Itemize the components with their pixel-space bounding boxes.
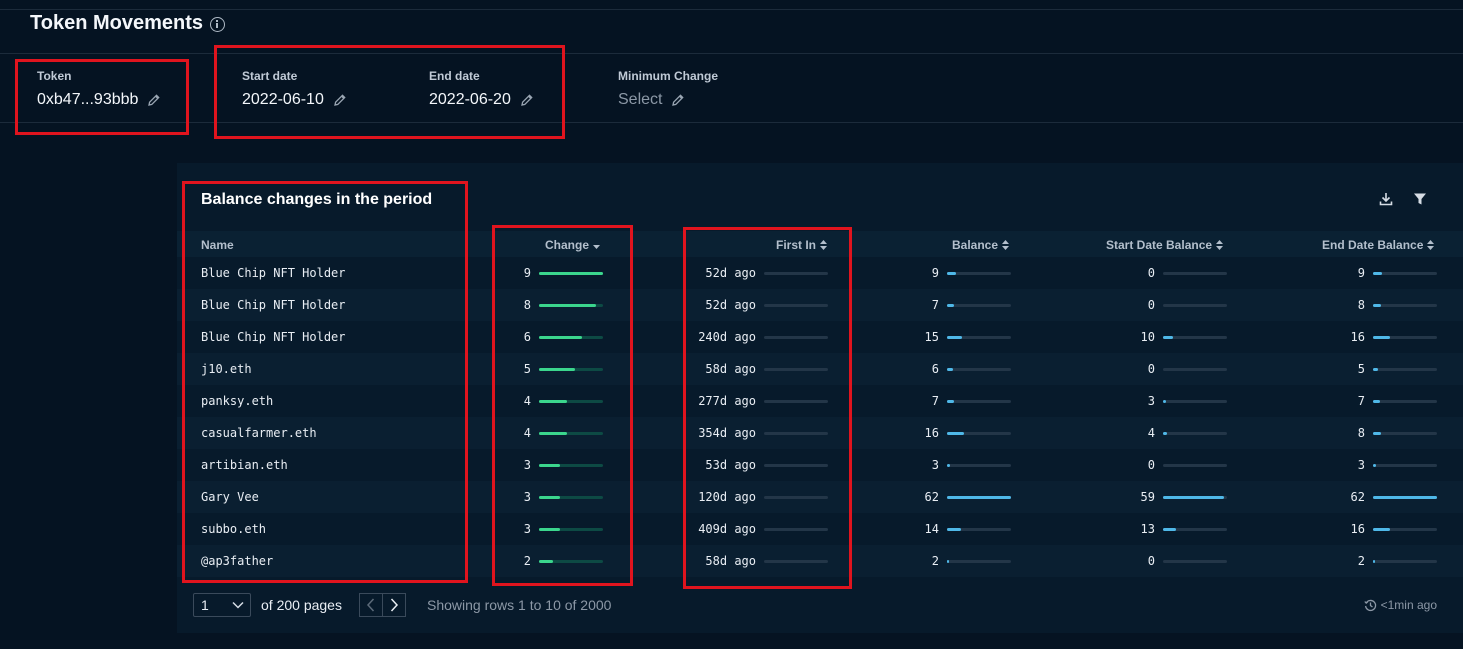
- page-title-text: Token Movements: [30, 12, 203, 34]
- cell-balance: 3: [931, 458, 939, 472]
- cell-balance: 9: [931, 266, 939, 280]
- min-change-value-text: Select: [618, 91, 663, 108]
- highlight-box-first-in: [683, 227, 852, 589]
- cell-balance: 62: [924, 490, 939, 504]
- cell-end-balance: 16: [1350, 330, 1365, 344]
- cell-start-balance: 0: [1147, 362, 1155, 376]
- cell-balance: 6: [931, 362, 939, 376]
- end-balance-bar: [1373, 368, 1437, 371]
- cell-start-balance: 13: [1140, 522, 1155, 536]
- download-icon[interactable]: [1378, 191, 1394, 207]
- balance-bar: [947, 528, 1011, 531]
- balance-bar: [947, 368, 1011, 371]
- end-balance-bar: [1373, 400, 1437, 403]
- balance-bar: [947, 304, 1011, 307]
- col-end-balance-label: End Date Balance: [1322, 238, 1424, 252]
- start-balance-bar: [1163, 432, 1227, 435]
- pagination-footer: 1 of 200 pages Showing rows 1 to 10 of 2…: [177, 593, 1463, 621]
- start-balance-bar: [1163, 464, 1227, 467]
- cell-end-balance: 3: [1357, 458, 1365, 472]
- balance-bar: [947, 464, 1011, 467]
- start-balance-bar: [1163, 560, 1227, 563]
- chevron-down-icon: [232, 601, 244, 609]
- cell-end-balance: 8: [1357, 298, 1365, 312]
- end-balance-bar: [1373, 336, 1437, 339]
- cell-end-balance: 5: [1357, 362, 1365, 376]
- page-count: of 200 pages: [261, 597, 342, 613]
- cell-balance: 7: [931, 298, 939, 312]
- col-start-balance[interactable]: Start Date Balance: [1106, 238, 1224, 252]
- balance-bar: [947, 336, 1011, 339]
- rows-status: Showing rows 1 to 10 of 2000: [427, 597, 612, 613]
- cell-balance: 16: [924, 426, 939, 440]
- last-updated: <1min ago: [1363, 598, 1437, 612]
- start-balance-bar: [1163, 336, 1227, 339]
- cell-balance: 2: [931, 554, 939, 568]
- min-change-value[interactable]: Select: [618, 91, 718, 109]
- sort-icon: [1427, 240, 1435, 250]
- start-balance-bar: [1163, 368, 1227, 371]
- start-balance-bar: [1163, 528, 1227, 531]
- cell-end-balance: 2: [1357, 554, 1365, 568]
- cell-balance: 15: [924, 330, 939, 344]
- highlight-box-dates: [214, 45, 565, 139]
- balance-bar: [947, 432, 1011, 435]
- balance-bar: [947, 400, 1011, 403]
- last-updated-text: <1min ago: [1380, 598, 1437, 612]
- cell-end-balance: 16: [1350, 522, 1365, 536]
- cell-balance: 14: [924, 522, 939, 536]
- sort-icon: [1002, 240, 1010, 250]
- info-icon[interactable]: [210, 17, 225, 32]
- start-balance-bar: [1163, 272, 1227, 275]
- cell-start-balance: 0: [1147, 554, 1155, 568]
- highlight-box-change: [492, 225, 633, 586]
- end-balance-bar: [1373, 464, 1437, 467]
- start-balance-bar: [1163, 400, 1227, 403]
- cell-end-balance: 9: [1357, 266, 1365, 280]
- end-balance-bar: [1373, 272, 1437, 275]
- balance-bar: [947, 496, 1011, 499]
- refresh-clock-icon[interactable]: [1363, 599, 1377, 612]
- cell-start-balance: 3: [1147, 394, 1155, 408]
- col-balance-label: Balance: [952, 238, 999, 252]
- page-title: Token Movements: [30, 12, 225, 35]
- top-border: [0, 9, 1463, 10]
- cell-start-balance: 4: [1147, 426, 1155, 440]
- prev-page-button[interactable]: [359, 593, 383, 617]
- end-balance-bar: [1373, 432, 1437, 435]
- cell-start-balance: 10: [1140, 330, 1155, 344]
- balance-bar: [947, 272, 1011, 275]
- cell-start-balance: 0: [1147, 458, 1155, 472]
- end-balance-bar: [1373, 304, 1437, 307]
- cell-start-balance: 0: [1147, 266, 1155, 280]
- cell-end-balance: 8: [1357, 426, 1365, 440]
- cell-start-balance: 59: [1140, 490, 1155, 504]
- col-end-balance[interactable]: End Date Balance: [1322, 238, 1435, 252]
- sort-icon: [1216, 240, 1224, 250]
- next-page-button[interactable]: [382, 593, 406, 617]
- start-balance-bar: [1163, 496, 1227, 499]
- highlight-box-name: [182, 181, 468, 583]
- end-balance-bar: [1373, 528, 1437, 531]
- cell-end-balance: 62: [1350, 490, 1365, 504]
- start-balance-bar: [1163, 304, 1227, 307]
- chevron-right-icon: [390, 598, 399, 612]
- edit-pencil-icon[interactable]: [671, 93, 685, 107]
- col-balance[interactable]: Balance: [952, 238, 1010, 252]
- balance-bar: [947, 560, 1011, 563]
- filter-icon[interactable]: [1412, 191, 1428, 207]
- col-start-balance-label: Start Date Balance: [1106, 238, 1213, 252]
- min-change-label: Minimum Change: [618, 69, 719, 83]
- cell-end-balance: 7: [1357, 394, 1365, 408]
- chevron-left-icon: [366, 598, 375, 612]
- cell-start-balance: 0: [1147, 298, 1155, 312]
- end-balance-bar: [1373, 496, 1437, 499]
- page-select[interactable]: 1: [193, 593, 251, 617]
- highlight-box-token: [15, 59, 189, 135]
- min-change-param[interactable]: Minimum Change Select: [618, 69, 718, 109]
- end-balance-bar: [1373, 560, 1437, 563]
- page-select-value: 1: [201, 597, 209, 613]
- cell-balance: 7: [931, 394, 939, 408]
